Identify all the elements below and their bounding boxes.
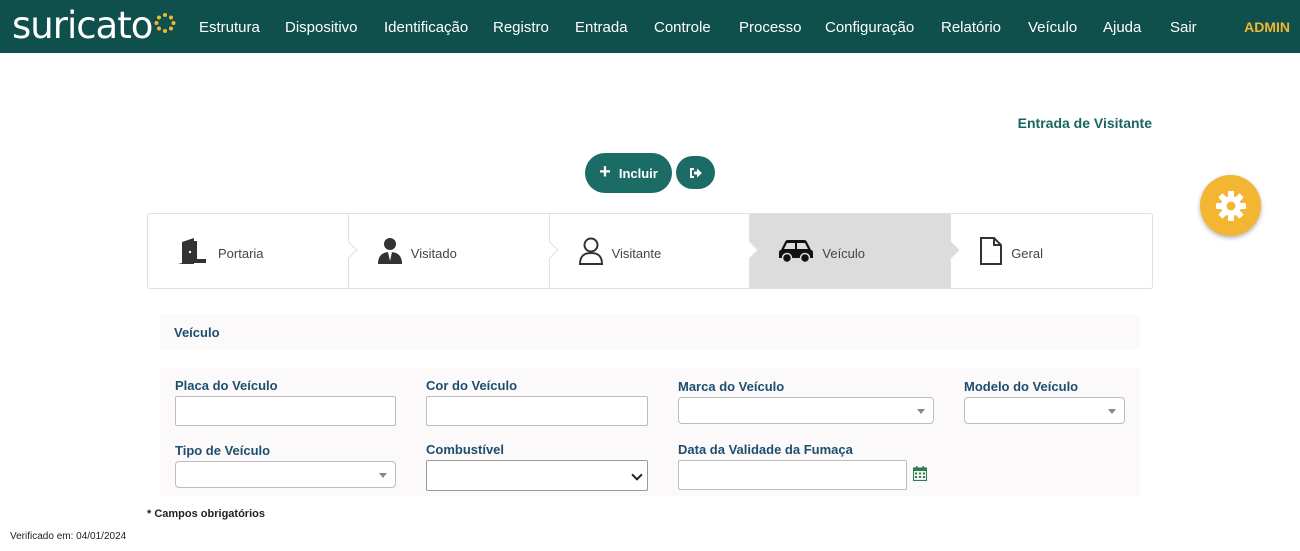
- tipo-label: Tipo de Veículo: [175, 443, 271, 458]
- modelo-select[interactable]: [964, 397, 1125, 424]
- modelo-label: Modelo do Veículo: [964, 379, 1079, 394]
- exit-button[interactable]: [676, 156, 715, 189]
- incluir-button[interactable]: + Incluir: [585, 153, 672, 193]
- page-title: Entrada de Visitante: [1017, 115, 1152, 131]
- step-geral[interactable]: Geral: [951, 214, 1152, 288]
- step-label-geral: Geral: [1011, 245, 1043, 261]
- nav-relatorio[interactable]: Relatório: [941, 0, 1001, 53]
- wizard-steps: Portaria Visitado Visitante Veículo Gera…: [147, 213, 1153, 289]
- required-fields-note: * Campos obrigatórios: [147, 508, 265, 520]
- step-label-veiculo: Veículo: [822, 245, 866, 261]
- step-label-visitado: Visitado: [410, 245, 457, 261]
- step-label-portaria: Portaria: [218, 245, 264, 261]
- gear-icon: [1215, 190, 1246, 221]
- logo-dots-icon: [154, 13, 176, 33]
- fumaca-date-input[interactable]: [678, 460, 907, 490]
- cor-input[interactable]: [426, 396, 648, 426]
- nav-registro[interactable]: Registro: [493, 0, 549, 53]
- nav-sair[interactable]: Sair: [1170, 0, 1197, 53]
- top-navbar: suricato Estrutura Dispositivo Identific…: [0, 0, 1300, 53]
- nav-controle[interactable]: Controle: [654, 0, 711, 53]
- cor-label: Cor do Veículo: [426, 378, 518, 393]
- document-icon: [979, 236, 1003, 266]
- section-title: Veículo: [174, 325, 220, 340]
- nav-veiculo[interactable]: Veículo: [1028, 0, 1077, 53]
- logo-text: suricato: [12, 4, 153, 47]
- door-icon: [176, 237, 210, 265]
- tipo-select[interactable]: [175, 461, 396, 488]
- plus-icon: +: [599, 161, 611, 183]
- verified-date: Verificado em: 04/01/2024: [10, 531, 127, 542]
- marca-label: Marca do Veículo: [678, 379, 785, 394]
- settings-fab-button[interactable]: [1200, 175, 1261, 236]
- sign-out-icon: [689, 167, 702, 178]
- section-header: Veículo: [160, 314, 1140, 350]
- step-portaria[interactable]: Portaria: [148, 214, 358, 288]
- nav-ajuda[interactable]: Ajuda: [1103, 0, 1141, 53]
- user-outline-icon: [578, 237, 604, 265]
- nav-estrutura[interactable]: Estrutura: [199, 0, 260, 53]
- car-icon: [778, 238, 814, 264]
- nav-dispositivo[interactable]: Dispositivo: [285, 0, 358, 53]
- calendar-icon[interactable]: [913, 466, 927, 481]
- combustivel-label: Combustível: [426, 442, 505, 457]
- combustivel-select[interactable]: [426, 460, 648, 491]
- placa-label: Placa do Veículo: [175, 378, 278, 393]
- suricato-logo[interactable]: suricato: [12, 6, 176, 46]
- step-veiculo[interactable]: Veículo: [750, 214, 960, 288]
- nav-identificacao[interactable]: Identificação: [384, 0, 468, 53]
- placa-input[interactable]: [175, 396, 396, 426]
- businessman-icon: [377, 237, 403, 265]
- nav-entrada[interactable]: Entrada: [575, 0, 628, 53]
- marca-select[interactable]: [678, 397, 934, 424]
- step-visitante[interactable]: Visitante: [550, 214, 759, 288]
- step-label-visitante: Visitante: [611, 245, 662, 261]
- fumaca-label: Data da Validade da Fumaça: [678, 442, 853, 457]
- nav-processo[interactable]: Processo: [739, 0, 802, 53]
- nav-configuracao[interactable]: Configuração: [825, 0, 914, 53]
- user-admin-label[interactable]: ADMIN: [1244, 0, 1290, 53]
- step-visitado[interactable]: Visitado: [349, 214, 559, 288]
- incluir-button-label: Incluir: [618, 165, 658, 181]
